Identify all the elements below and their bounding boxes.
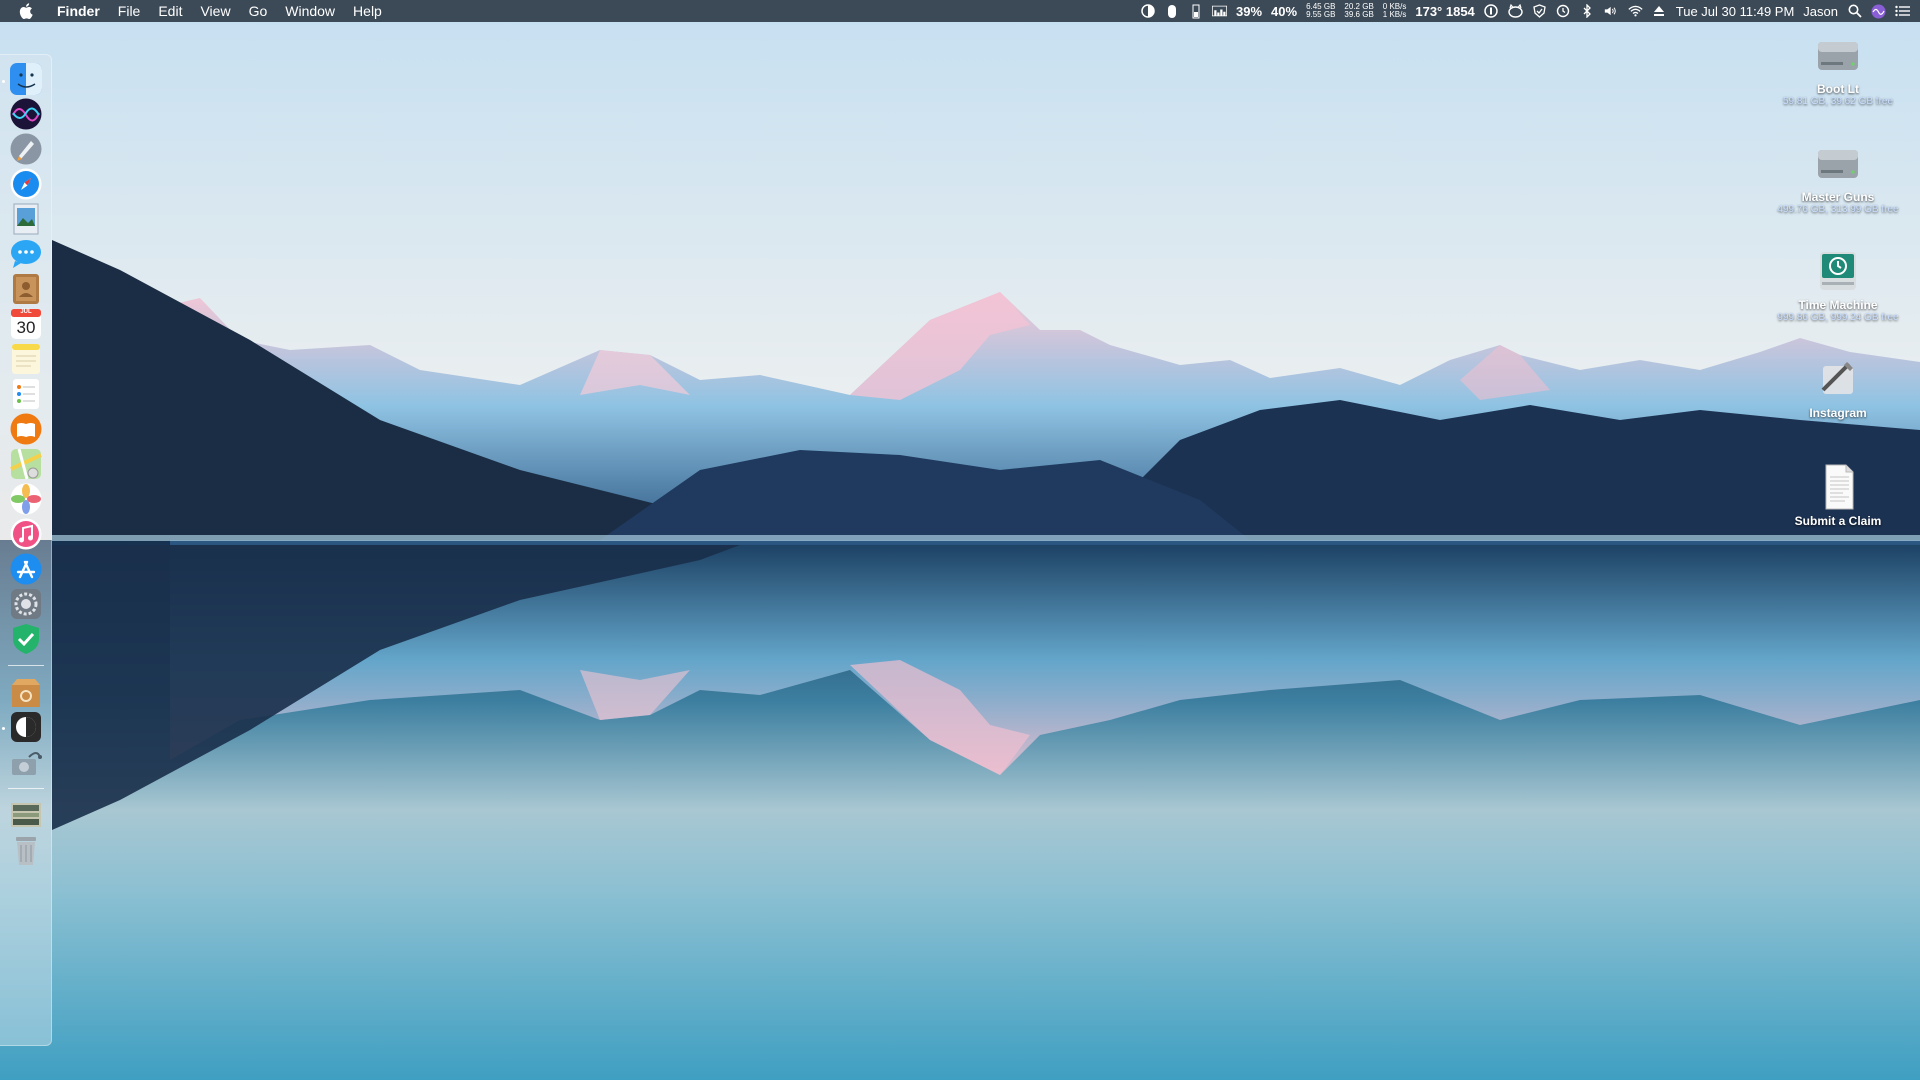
bluetooth-icon[interactable] [1580, 4, 1595, 19]
desktop-item-name: Boot Lt [1817, 82, 1859, 96]
temp-fan-readout[interactable]: 173° 1854 [1415, 4, 1474, 19]
downloads-stack-icon[interactable] [9, 798, 43, 832]
time-machine-menu-icon[interactable] [1556, 4, 1571, 19]
battery-vertical-icon[interactable] [1188, 4, 1203, 19]
network-stat[interactable]: 0 KB/s 1 KB/s [1383, 3, 1407, 19]
battery-percent[interactable]: 39% [1236, 4, 1262, 19]
system-preferences-icon[interactable] [9, 587, 43, 621]
desktop-item-info: 999.86 GB, 999.24 GB free [1777, 312, 1899, 323]
photos-icon[interactable] [9, 482, 43, 516]
memory-stat[interactable]: 6.45 GB 9.55 GB [1306, 3, 1335, 19]
siri-menu-icon[interactable] [1871, 4, 1886, 19]
desktop-item-name: Instagram [1809, 406, 1867, 420]
trash-icon[interactable] [9, 833, 43, 867]
menu-edit[interactable]: Edit [149, 0, 191, 22]
apple-menu-icon[interactable] [18, 0, 34, 22]
contacts-icon[interactable] [9, 272, 43, 306]
menu-window[interactable]: Window [276, 0, 344, 22]
launchpad-icon[interactable] [9, 132, 43, 166]
calendar-icon[interactable]: JUL 30 [9, 307, 43, 341]
document-icon [1813, 462, 1863, 512]
desktop-item-name: Master Guns [1801, 190, 1875, 204]
itunes-icon[interactable] [9, 517, 43, 551]
archive-utility-icon[interactable] [9, 675, 43, 709]
books-icon[interactable] [9, 412, 43, 446]
menu-finder[interactable]: Finder [48, 0, 109, 22]
hard-drive-icon [1813, 138, 1863, 188]
desktop-app-instagram[interactable]: Instagram [1763, 354, 1913, 420]
menu-help[interactable]: Help [344, 0, 391, 22]
menu-go[interactable]: Go [240, 0, 277, 22]
memory-bottom: 9.55 GB [1306, 10, 1336, 19]
eject-icon[interactable] [1652, 4, 1667, 19]
notification-center-icon[interactable] [1895, 4, 1910, 19]
instagram-script-icon [1813, 354, 1863, 404]
desktop-document-submit-a-claim[interactable]: Submit a Claim [1763, 462, 1913, 528]
menu-file[interactable]: File [109, 0, 150, 22]
mouse-icon[interactable] [1164, 4, 1179, 19]
hard-drive-icon [1813, 30, 1863, 80]
siri-icon[interactable] [9, 97, 43, 131]
menu-bar: Finder File Edit View Go Window Help 39%… [0, 0, 1920, 22]
shield-check-icon[interactable] [9, 622, 43, 656]
disk-utility-icon[interactable] [9, 745, 43, 779]
menu-view[interactable]: View [191, 0, 239, 22]
cat-app-icon[interactable] [1508, 4, 1523, 19]
desktop-wallpaper [0, 0, 1920, 1080]
desktop-drive-boot-lt[interactable]: Boot Lt 59.81 GB, 39.62 GB free [1763, 30, 1913, 108]
preview-icon[interactable] [9, 202, 43, 236]
time-machine-drive-icon [1813, 246, 1863, 296]
safari-icon[interactable] [9, 167, 43, 201]
dock-separator [8, 788, 44, 789]
menu-bar-status: 39% 40% 6.45 GB 9.55 GB 20.2 GB 39.6 GB … [1140, 0, 1910, 22]
finder-icon[interactable] [9, 62, 43, 96]
desktop-drive-time-machine[interactable]: Time Machine 999.86 GB, 999.24 GB free [1763, 246, 1913, 324]
disk-stat[interactable]: 20.2 GB 39.6 GB [1344, 3, 1373, 19]
wifi-icon[interactable] [1628, 4, 1643, 19]
disk-bottom: 39.6 GB [1344, 10, 1374, 19]
volume-icon[interactable] [1604, 4, 1619, 19]
desktop-item-info: 499.76 GB, 313.99 GB free [1777, 204, 1899, 215]
calendar-day: 30 [16, 318, 36, 337]
onepassword-icon[interactable] [1484, 4, 1499, 19]
desktop-item-info: 59.81 GB, 39.62 GB free [1782, 96, 1894, 107]
spotlight-search-icon[interactable] [1847, 4, 1862, 19]
running-indicator [2, 727, 5, 730]
running-indicator [2, 80, 5, 83]
desktop-drive-master-guns[interactable]: Master Guns 499.76 GB, 313.99 GB free [1763, 138, 1913, 216]
calendar-month: JUL [20, 309, 32, 315]
dock-separator [8, 665, 44, 666]
half-circle-icon[interactable] [1140, 4, 1155, 19]
shield-menu-icon[interactable] [1532, 4, 1547, 19]
notes-icon[interactable] [9, 342, 43, 376]
clock[interactable]: Tue Jul 30 11:49 PM [1676, 4, 1795, 19]
user-name[interactable]: Jason [1803, 4, 1838, 19]
desktop-item-name: Time Machine [1798, 298, 1878, 312]
halfmoon-app-icon[interactable] [9, 710, 43, 744]
reminders-icon[interactable] [9, 377, 43, 411]
app-store-icon[interactable] [9, 552, 43, 586]
menu-bar-left: Finder File Edit View Go Window Help [18, 0, 391, 22]
cpu-graph-icon[interactable] [1212, 4, 1227, 19]
messages-icon[interactable] [9, 237, 43, 271]
desktop-item-name: Submit a Claim [1794, 514, 1882, 528]
cpu-percent[interactable]: 40% [1271, 4, 1297, 19]
dock: JUL 30 [0, 54, 52, 1046]
net-down: 1 KB/s [1382, 10, 1407, 19]
maps-icon[interactable] [9, 447, 43, 481]
